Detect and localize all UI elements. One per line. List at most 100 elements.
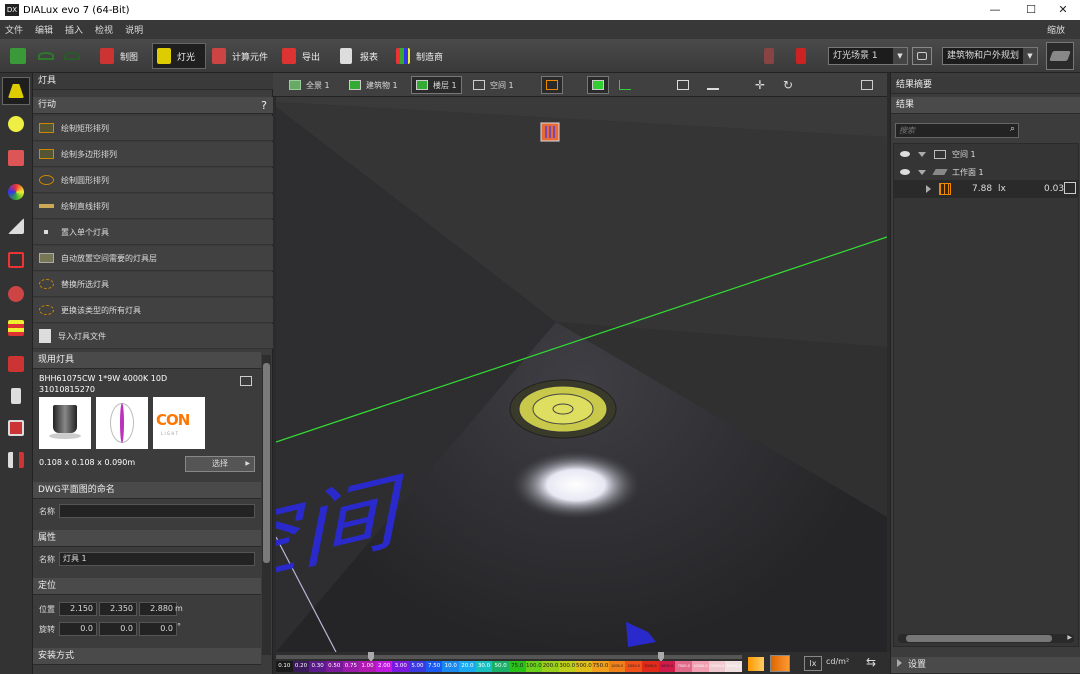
draw-mode-button[interactable]: 制图	[100, 43, 150, 69]
color-swatch: 3.00	[392, 661, 410, 672]
menu-zoom[interactable]: 缩放	[1047, 23, 1065, 36]
action-single-luminaire[interactable]: 置入单个灯具	[33, 220, 273, 245]
action-replace-type[interactable]: 更换该类型的所有灯具	[33, 298, 273, 323]
help-icon[interactable]: ?	[261, 97, 267, 114]
save-button[interactable]	[10, 43, 28, 69]
luminance-unit-button[interactable]: cd/m²	[826, 657, 849, 666]
tree-horizontal-scrollbar[interactable]: ▶	[898, 634, 1074, 643]
action-circle-arrangement[interactable]: 绘制圆形排列	[33, 168, 273, 193]
scene-light-button[interactable]	[764, 43, 778, 69]
select-luminaire-button[interactable]: 选择 ▶	[185, 456, 255, 472]
export-button[interactable]: 导出	[282, 43, 330, 69]
eye-icon[interactable]	[900, 169, 910, 175]
light-scene-select[interactable]: 灯光场景 1 ▼	[828, 47, 908, 65]
text-tool[interactable]	[4, 353, 28, 377]
zoom-fit-button[interactable]	[673, 76, 695, 94]
rotation-z-input[interactable]: 0.0	[139, 622, 177, 636]
swap-icon[interactable]: ⇆	[866, 655, 876, 669]
expand-right-icon[interactable]	[926, 185, 931, 193]
report-button[interactable]: 报表	[340, 43, 388, 69]
redo-button[interactable]	[64, 43, 82, 69]
menu-file[interactable]: 文件	[5, 23, 23, 36]
snap-button[interactable]	[541, 76, 563, 94]
screen-button[interactable]	[857, 76, 879, 94]
luminaire-tool[interactable]	[2, 77, 30, 105]
expand-right-icon[interactable]	[897, 659, 902, 667]
3d-view-button[interactable]	[587, 76, 609, 94]
isoline-mode-button[interactable]	[770, 655, 790, 672]
bulb-tool[interactable]	[4, 113, 28, 137]
position-y-input[interactable]: 2.350	[99, 602, 137, 616]
result-value: 7.88	[972, 184, 993, 194]
rotation-x-input[interactable]: 0.0	[59, 622, 97, 636]
layers-tool[interactable]	[4, 317, 28, 341]
maximize-button[interactable]: ☐	[1012, 0, 1050, 20]
wall-view-button[interactable]	[615, 76, 637, 94]
text-icon	[8, 356, 24, 372]
tab-floor[interactable]: 楼层 1	[411, 76, 462, 94]
action-line-arrangement[interactable]: 绘制直线排列	[33, 194, 273, 219]
menu-insert[interactable]: 插入	[65, 23, 83, 36]
gradient-mode-button[interactable]	[748, 657, 764, 671]
eye-icon[interactable]	[900, 151, 910, 157]
tab-building[interactable]: 建筑物 1	[345, 76, 402, 94]
tab-space[interactable]: 空间 1	[469, 76, 518, 94]
room-tool[interactable]	[4, 249, 28, 273]
tab-floor-label: 楼层 1	[433, 80, 457, 90]
dwg-name-input[interactable]	[59, 504, 255, 518]
minimize-button[interactable]: —	[976, 0, 1014, 20]
luminaire-name-input[interactable]: 灯具 1	[59, 552, 255, 566]
view-mode-button[interactable]	[1046, 42, 1074, 70]
action-replace-selected[interactable]: 替换所选灯具	[33, 272, 273, 297]
results-search[interactable]: ⌕	[895, 123, 1019, 138]
color-tool[interactable]	[4, 181, 28, 205]
project-type-select[interactable]: 建筑物和户外规划 ▼	[942, 47, 1038, 65]
scale-slider[interactable]	[276, 655, 742, 659]
tree-row-workplane[interactable]: 工作面 1	[900, 165, 984, 179]
pan-button[interactable]: ✛	[751, 76, 773, 94]
close-button[interactable]: ✕	[1046, 0, 1080, 20]
action-rect-arrangement[interactable]: 绘制矩形排列	[33, 116, 273, 141]
expand-icon[interactable]	[918, 151, 926, 157]
search-input[interactable]	[896, 124, 996, 137]
rotation-y-input[interactable]: 0.0	[99, 622, 137, 636]
emergency-tool[interactable]	[4, 215, 28, 239]
orbit-button[interactable]: ↻	[779, 76, 801, 94]
menu-view[interactable]: 检视	[95, 23, 113, 36]
action-import-file[interactable]: 导入灯具文件	[33, 324, 273, 349]
tree-row-space[interactable]: 空间 1	[900, 147, 976, 161]
frame-tool[interactable]	[4, 417, 28, 441]
path-tool[interactable]	[4, 449, 28, 473]
color-swatch: 3000.0	[642, 661, 659, 672]
3d-viewport[interactable]: 空间	[276, 97, 887, 652]
scene-settings-button[interactable]	[912, 47, 932, 65]
menu-help[interactable]: 说明	[125, 23, 143, 36]
delete-scene-button[interactable]	[796, 43, 810, 69]
position-z-input[interactable]: 2.880	[139, 602, 177, 616]
light-mode-button[interactable]: 灯光	[152, 43, 206, 69]
tree-row-result[interactable]: 7.88 lx 0.03	[894, 180, 1078, 198]
lux-unit-button[interactable]: lx	[804, 656, 822, 671]
action-polygon-arrangement[interactable]: 绘制多边形排列	[33, 142, 273, 167]
calc-elements-button[interactable]: 计算元件	[212, 43, 276, 69]
scrollbar-thumb[interactable]	[906, 635, 1052, 642]
chart-icon[interactable]	[1064, 182, 1076, 194]
manufacturer-button[interactable]: 制造商	[396, 43, 456, 69]
position-x-input[interactable]: 2.150	[59, 602, 97, 616]
magnet-tool[interactable]	[4, 147, 28, 171]
undo-button[interactable]	[38, 43, 56, 69]
path-icon	[8, 452, 24, 468]
measure-view-button[interactable]	[703, 76, 725, 94]
settings-header[interactable]: 设置	[891, 657, 1080, 674]
copy-icon[interactable]	[240, 376, 252, 386]
tools-tool[interactable]	[4, 283, 28, 307]
menu-edit[interactable]: 编辑	[35, 23, 53, 36]
scroll-right-icon[interactable]: ▶	[1067, 634, 1072, 641]
expand-icon[interactable]	[918, 169, 926, 175]
left-panel-scrollbar[interactable]	[262, 355, 271, 655]
tab-all[interactable]: 全景 1	[285, 76, 334, 94]
search-icon[interactable]: ⌕	[1010, 124, 1015, 134]
scrollbar-thumb[interactable]	[263, 363, 270, 563]
measure-tool[interactable]	[4, 385, 28, 409]
action-auto-place[interactable]: 自动放置空间需要的灯具层	[33, 246, 273, 271]
